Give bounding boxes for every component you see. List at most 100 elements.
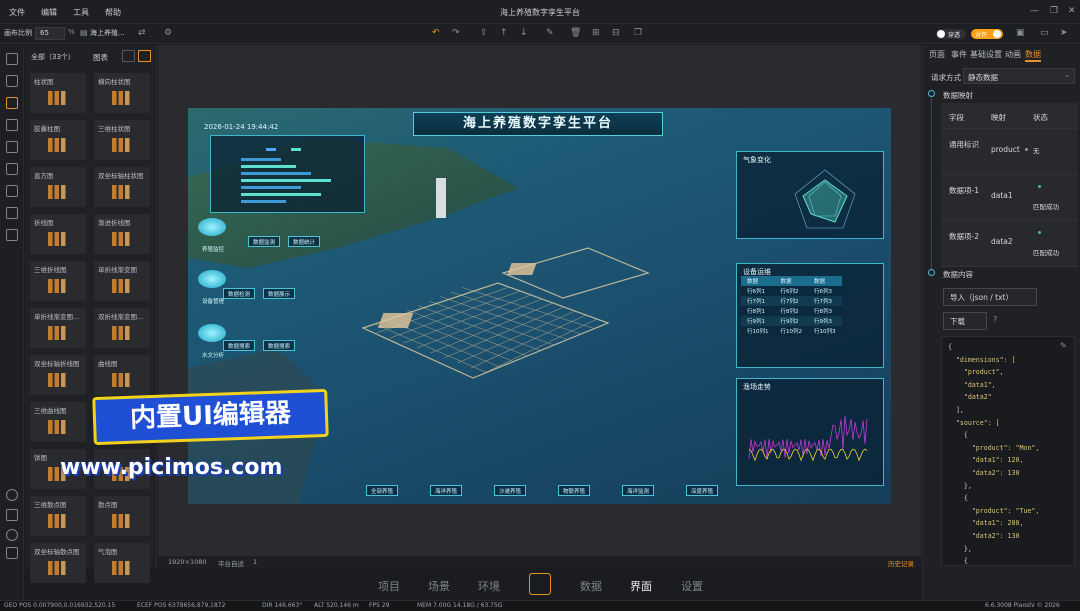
- help-icon[interactable]: [6, 489, 18, 501]
- upload-icon[interactable]: ⇪: [480, 28, 488, 38]
- grid-view-icon[interactable]: [138, 50, 151, 62]
- table-icon[interactable]: [6, 141, 18, 153]
- help-icon[interactable]: ?: [993, 315, 997, 324]
- maximize-icon[interactable]: ❐: [1050, 6, 1058, 16]
- scene-preview[interactable]: 海上养殖数字孪生平台 2026-01-24 19:44:42 养殖监控 设备管理…: [188, 108, 891, 504]
- pill[interactable]: 数据监测: [248, 236, 281, 247]
- component-card[interactable]: 气泡图: [94, 543, 150, 583]
- grid-icon[interactable]: [6, 163, 18, 175]
- tab-basic[interactable]: 基础设置: [970, 49, 1002, 60]
- edit-icon[interactable]: ✎: [1060, 341, 1067, 350]
- code-line: "data1": 200,: [948, 519, 1024, 528]
- github-icon[interactable]: [6, 529, 18, 541]
- pill[interactable]: 数据检测: [223, 288, 256, 299]
- download-button[interactable]: 下载: [943, 312, 987, 330]
- import-button[interactable]: 导入（json / txt）: [943, 288, 1037, 306]
- logo-icon[interactable]: [529, 573, 551, 595]
- weather-widget[interactable]: 气象变化: [736, 151, 884, 239]
- move-up-icon[interactable]: ↑: [500, 28, 508, 38]
- component-card[interactable]: 单折线渐变图...: [30, 308, 86, 348]
- copy-icon[interactable]: ❐: [634, 28, 642, 38]
- pill[interactable]: 数据搜索: [263, 340, 296, 351]
- redo-icon[interactable]: ↷: [452, 28, 460, 38]
- delete-icon[interactable]: 🗑: [570, 28, 581, 38]
- tab-data[interactable]: 数据: [580, 578, 602, 594]
- component-card[interactable]: 三维柱状图: [94, 120, 150, 160]
- component-card[interactable]: 散点图: [94, 496, 150, 536]
- component-card[interactable]: 胶囊柱图: [30, 120, 86, 160]
- component-card[interactable]: 折线图: [30, 214, 86, 254]
- trend-widget[interactable]: 渔场走势: [736, 378, 884, 486]
- scene-nav-button[interactable]: 全部养殖: [366, 485, 399, 496]
- monitor-icon[interactable]: ▭: [1040, 28, 1049, 38]
- component-card[interactable]: 双坐标轴柱状图: [94, 167, 150, 207]
- component-card[interactable]: 横向柱状图: [94, 73, 150, 113]
- chart-tab[interactable]: 图表: [93, 52, 108, 63]
- canvas-ratio-input[interactable]: 65: [35, 27, 65, 40]
- tab-interface[interactable]: 界面: [630, 578, 652, 594]
- info-icon[interactable]: [6, 509, 18, 521]
- penetrate-toggle[interactable]: 穿透: [936, 29, 966, 39]
- tab-event[interactable]: 事件: [951, 49, 967, 60]
- component-card[interactable]: 三维折线图: [30, 261, 86, 301]
- folder-icon[interactable]: ▤: [80, 28, 88, 37]
- component-card[interactable]: 单折线渐变图: [94, 261, 150, 301]
- scene-nav-button[interactable]: 物联养殖: [558, 485, 591, 496]
- component-card[interactable]: 渐进折线图: [94, 214, 150, 254]
- tab-data-props[interactable]: 数据: [1025, 49, 1041, 60]
- component-card[interactable]: 三维曲线图: [30, 402, 86, 442]
- scene-nav-button[interactable]: 沙滩养殖: [494, 485, 527, 496]
- adapt-mode[interactable]: 平台自适: [218, 558, 244, 568]
- method-select[interactable]: 静态数据 ⌄: [963, 68, 1075, 84]
- device-widget[interactable]: 设备运维 数据 数据 数据 行6列1 行6列2 行6列3 行7列1 行7列2 行7列3 行8列1…: [736, 263, 884, 368]
- undo-icon[interactable]: ↶: [432, 28, 440, 38]
- pill[interactable]: 数据展示: [263, 288, 296, 299]
- scene-nav-button[interactable]: 深度养殖: [686, 485, 719, 496]
- scene-nav-button[interactable]: 海洋监测: [622, 485, 655, 496]
- align-toggle[interactable]: 对齐: [971, 29, 1003, 39]
- stamp-icon[interactable]: [6, 229, 18, 241]
- component-icon[interactable]: [6, 119, 18, 131]
- tab-project[interactable]: 项目: [378, 578, 400, 594]
- brush-icon[interactable]: ✎: [546, 28, 554, 38]
- shapes-icon[interactable]: [6, 185, 18, 197]
- list-view-icon[interactable]: [122, 50, 135, 62]
- close-icon[interactable]: ✕: [1068, 6, 1076, 16]
- component-card[interactable]: 直方图: [30, 167, 86, 207]
- hydro-side-icon[interactable]: [198, 324, 226, 342]
- bar-chart-widget[interactable]: [210, 135, 365, 213]
- import-icon[interactable]: [6, 53, 18, 65]
- component-card[interactable]: 三维散点图: [30, 496, 86, 536]
- component-card[interactable]: 柱状图: [30, 73, 86, 113]
- minimize-icon[interactable]: —: [1030, 6, 1039, 16]
- component-card[interactable]: 双坐标轴散点图: [30, 543, 86, 583]
- chart-icon[interactable]: [6, 97, 18, 109]
- send-icon[interactable]: ➤: [1060, 28, 1068, 38]
- pill[interactable]: 数据统计: [288, 236, 321, 247]
- component-card[interactable]: 双坐标轴折线图: [30, 355, 86, 395]
- json-editor[interactable]: ✎ { "dimensions": [ "product", "data1", …: [941, 336, 1075, 566]
- component-card[interactable]: 曲线图: [94, 355, 150, 395]
- device-side-icon[interactable]: [198, 270, 226, 288]
- plane-icon[interactable]: [6, 207, 18, 219]
- tab-scene[interactable]: 场景: [428, 578, 450, 594]
- project-name[interactable]: 海上养殖...: [90, 28, 125, 38]
- save-icon[interactable]: ▣: [1016, 28, 1025, 38]
- monitor-side-icon[interactable]: [198, 218, 226, 236]
- filter-dropdown[interactable]: 全部（33个）: [31, 52, 75, 62]
- tab-environment[interactable]: 环境: [478, 578, 500, 594]
- move-down-icon[interactable]: ↓: [520, 28, 528, 38]
- scene-nav-button[interactable]: 海洋养殖: [430, 485, 463, 496]
- ungroup-icon[interactable]: ⊟: [612, 28, 620, 38]
- pill[interactable]: 数据搜索: [223, 340, 256, 351]
- history-button[interactable]: 历史记录: [888, 558, 914, 568]
- swap-icon[interactable]: ⇄: [138, 28, 146, 38]
- group-icon[interactable]: ⊞: [592, 28, 600, 38]
- component-card[interactable]: 双折线渐变图...: [94, 308, 150, 348]
- tab-animation[interactable]: 动画: [1005, 49, 1021, 60]
- keyboard-icon[interactable]: [6, 547, 18, 559]
- gear-icon[interactable]: ⚙: [164, 28, 172, 38]
- tab-page[interactable]: 页面: [929, 49, 945, 60]
- tab-settings[interactable]: 设置: [681, 578, 703, 594]
- layers-icon[interactable]: [6, 75, 18, 87]
